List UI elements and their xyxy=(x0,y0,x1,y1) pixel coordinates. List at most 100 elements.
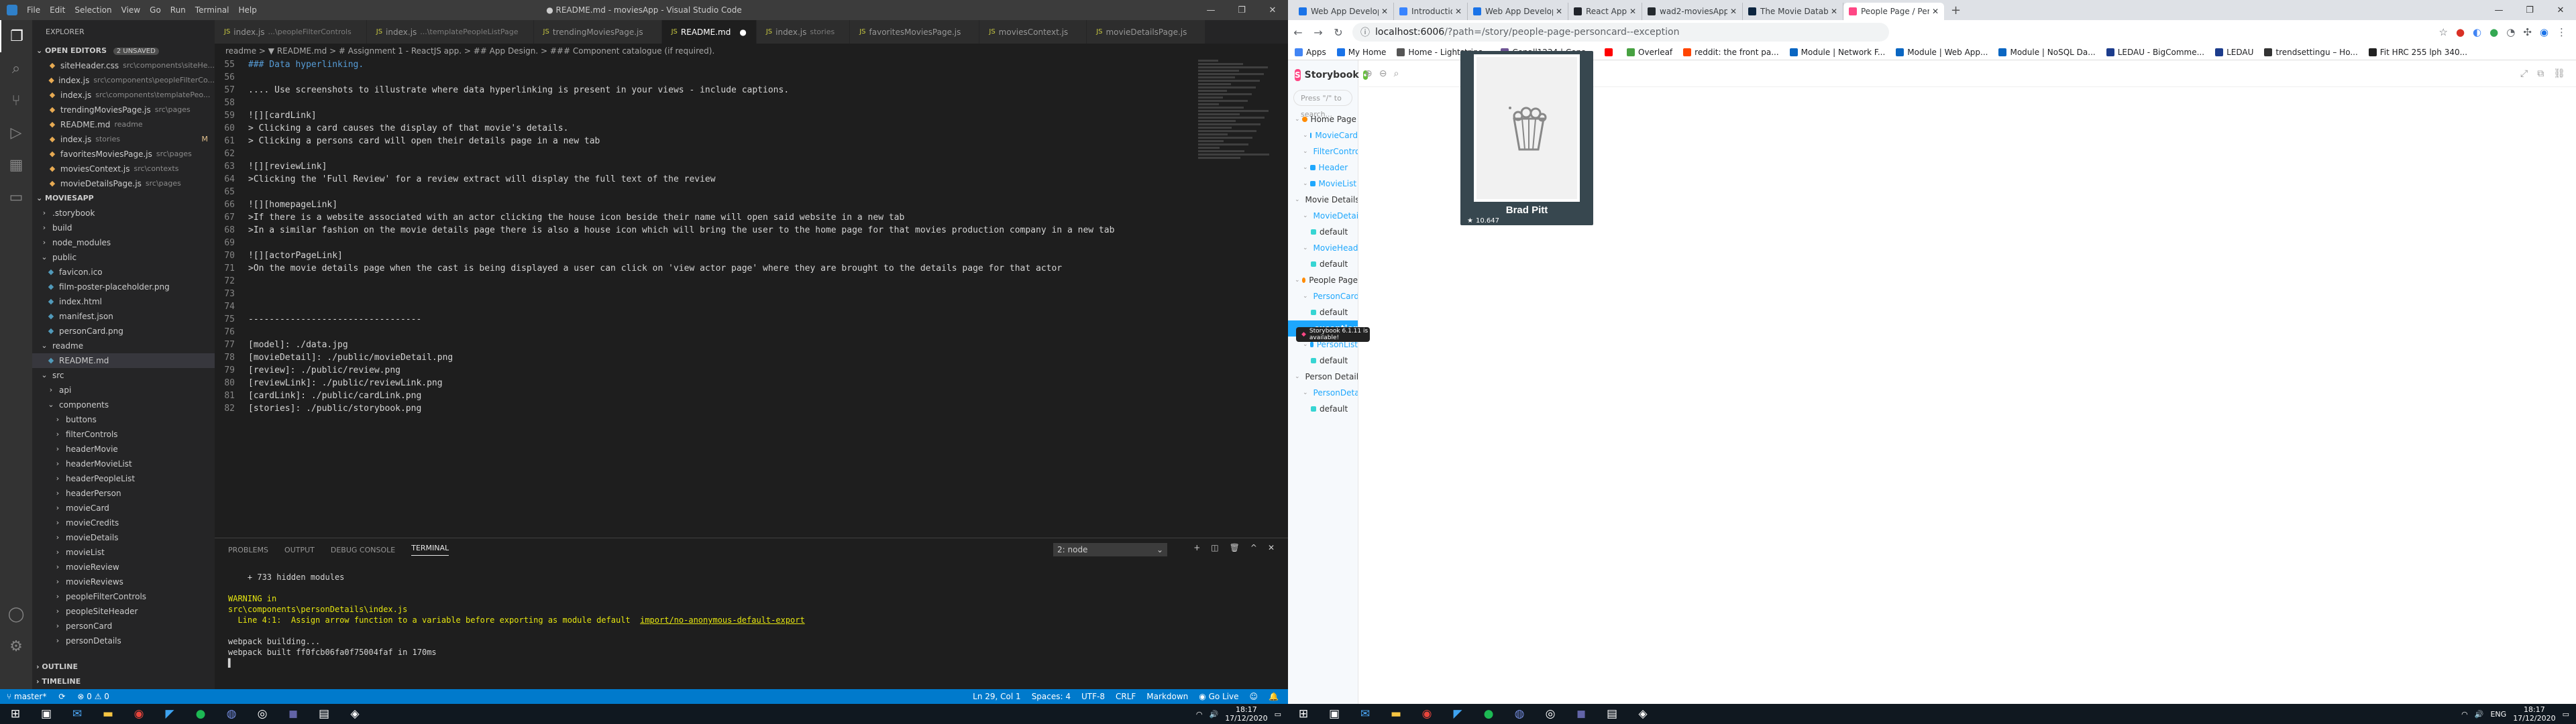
file-tree-item[interactable]: ◆ index.html xyxy=(32,294,215,309)
panel-tab[interactable]: PROBLEMS xyxy=(228,546,268,554)
story-search-input[interactable]: Press "/" to search... xyxy=(1293,90,1352,119)
open-editor-item[interactable]: ◆ movieDetailsPage.js src\pages xyxy=(32,176,215,191)
restore-icon[interactable]: ❐ xyxy=(1226,0,1257,20)
unsaved-dot-icon[interactable]: ● xyxy=(739,27,746,37)
bell-icon[interactable]: 🔔 xyxy=(1269,692,1279,701)
file-tree-item[interactable]: ⌄ src xyxy=(32,368,215,383)
story-tree-comp[interactable]: ⌄ Header xyxy=(1288,160,1358,176)
open-editor-item[interactable]: ◆ favoritesMoviesPage.js src\pages xyxy=(32,147,215,162)
discord-icon[interactable]: ◍ xyxy=(216,704,247,724)
open-editor-item[interactable]: ◆ trendingMoviesPage.js src\pages xyxy=(32,103,215,117)
terminal-select[interactable]: 2: node ⌄ xyxy=(1053,543,1167,556)
file-tree-item[interactable]: ⌄ public xyxy=(32,250,215,265)
file-tree-item[interactable]: › headerPeopleList xyxy=(32,471,215,486)
file-tree-item[interactable]: › personDetails xyxy=(32,634,215,648)
extensions-icon[interactable]: ▦ xyxy=(0,149,32,181)
terminal-output[interactable]: + 733 hidden modules WARNING in src\compo… xyxy=(215,561,1288,668)
open-editor-item[interactable]: ◆ index.js src\components\templatePeo... xyxy=(32,88,215,103)
spotify-icon[interactable]: ● xyxy=(185,704,216,724)
close-panel-icon[interactable]: ✕ xyxy=(1268,543,1275,552)
file-tree-item[interactable]: › peopleFilterControls xyxy=(32,589,215,604)
file-tree-item[interactable]: ◆ personCard.png xyxy=(32,324,215,339)
file-tree-item[interactable]: › .storybook xyxy=(32,206,215,221)
file-tree-item[interactable]: › headerPerson xyxy=(32,486,215,501)
mail-icon[interactable]: ✉ xyxy=(62,704,93,724)
open-editor-item[interactable]: ◆ siteHeader.css src\components\siteHe... xyxy=(32,58,215,73)
story-tree-story[interactable]: default xyxy=(1288,401,1358,417)
file-tree-item[interactable]: ⌄ components xyxy=(32,398,215,412)
notifications-icon[interactable]: ▭ xyxy=(2563,710,2569,719)
language-indicator[interactable]: ENG xyxy=(2490,710,2506,719)
volume-icon[interactable]: 🔊 xyxy=(2475,710,2484,719)
editor-tab[interactable]: JS favoritesMoviesPage.js xyxy=(850,20,980,44)
file-tree-item[interactable]: › movieReview xyxy=(32,560,215,575)
clock[interactable]: 18:17 17/12/2020 xyxy=(2513,705,2555,723)
chrome-icon[interactable]: ◉ xyxy=(123,704,154,724)
volume-icon[interactable]: 🔊 xyxy=(1209,710,1218,719)
branch-indicator[interactable]: ⑂ master* xyxy=(7,692,46,701)
notifications-icon[interactable]: ▭ xyxy=(1275,710,1281,719)
file-tree-item[interactable]: › headerMovieList xyxy=(32,457,215,471)
file-tree-item[interactable]: › build xyxy=(32,221,215,235)
teams-icon[interactable]: ◼ xyxy=(278,704,309,724)
teams-icon[interactable]: ◼ xyxy=(1566,704,1597,724)
sync-icon[interactable]: ⟳ xyxy=(58,692,65,701)
app-icon[interactable]: ◈ xyxy=(339,704,370,724)
feedback-icon[interactable]: ☺ xyxy=(1250,692,1258,701)
file-tree-item[interactable]: › movieCredits xyxy=(32,516,215,530)
menu-item[interactable]: Go xyxy=(150,5,161,15)
gear-icon[interactable]: ⚙ xyxy=(0,630,32,662)
story-tree-comp[interactable]: ⌄ PersonDetails xyxy=(1288,385,1358,401)
vscode-taskbar-icon[interactable]: ◤ xyxy=(154,704,185,724)
file-explorer-icon[interactable]: ▬ xyxy=(1381,704,1411,724)
open-editor-item[interactable]: ◆ index.js stories M xyxy=(32,132,215,147)
open-editor-item[interactable]: ◆ moviesContext.js src\contexts xyxy=(32,162,215,176)
vscode-taskbar-icon[interactable]: ◤ xyxy=(1442,704,1473,724)
task-view-icon[interactable]: ▣ xyxy=(1319,704,1350,724)
menu-item[interactable]: File xyxy=(27,5,40,15)
menu-item[interactable]: View xyxy=(121,5,140,15)
file-tree-item[interactable]: › personCard xyxy=(32,619,215,634)
editor-tab[interactable]: JS index.js stories xyxy=(756,20,851,44)
menu-item[interactable]: Run xyxy=(170,5,186,15)
account-icon[interactable]: ◯ xyxy=(0,598,32,630)
story-tree-story[interactable]: default xyxy=(1288,256,1358,272)
panel-tab[interactable]: OUTPUT xyxy=(284,546,315,554)
back-icon[interactable]: ← xyxy=(1288,26,1308,39)
update-notification[interactable]: ◆ Storybook 6.1.11 is available! xyxy=(1296,327,1370,342)
github-icon[interactable]: ◎ xyxy=(247,704,278,724)
new-terminal-icon[interactable]: + xyxy=(1193,543,1200,552)
editor-tab[interactable]: JS index.js ...\templatePeopleListPage xyxy=(366,20,534,44)
windows-start-icon[interactable]: ⊞ xyxy=(0,704,31,724)
open-editor-item[interactable]: ◆ README.md readme xyxy=(32,117,215,132)
terminal-icon[interactable]: ▤ xyxy=(1597,704,1627,724)
person-card[interactable]: Brad Pitt ★ 10.647 xyxy=(1460,51,1593,225)
file-tree-item[interactable]: › buttons xyxy=(32,412,215,427)
storybook-brand[interactable]: Storybook xyxy=(1305,70,1359,80)
chrome-icon[interactable]: ◉ xyxy=(1411,704,1442,724)
task-view-icon[interactable]: ▣ xyxy=(31,704,62,724)
story-tree-comp[interactable]: ⌄ MovieDetails xyxy=(1288,208,1358,224)
network-icon[interactable]: ◠ xyxy=(1196,710,1203,719)
clock[interactable]: 18:17 17/12/2020 xyxy=(1225,705,1267,723)
story-tree-comp[interactable]: ⌄ MovieHeader xyxy=(1288,240,1358,256)
panel-tab[interactable]: DEBUG CONSOLE xyxy=(331,546,395,554)
story-tree-comp[interactable]: ⌄ MovieList xyxy=(1288,176,1358,192)
file-tree-item[interactable]: › movieList xyxy=(32,545,215,560)
network-icon[interactable]: ◠ xyxy=(2461,710,2468,719)
forward-icon[interactable]: → xyxy=(1308,26,1328,39)
code-editor[interactable]: 55 ### Data hyperlinking. 56 57 .... Use scr… xyxy=(215,58,1194,538)
app-icon[interactable]: ◈ xyxy=(1627,704,1658,724)
encoding[interactable]: UTF-8 xyxy=(1081,692,1105,701)
story-tree-grp[interactable]: ⌄ People Page xyxy=(1288,272,1358,288)
menu-item[interactable]: Terminal xyxy=(195,5,229,15)
discord-icon[interactable]: ◍ xyxy=(1504,704,1535,724)
breadcrumb[interactable]: readme > ▼ README.md > # Assignment 1 - … xyxy=(215,44,1288,58)
editor-tab[interactable]: JS trendingMoviesPage.js xyxy=(533,20,662,44)
menu-item[interactable]: Selection xyxy=(74,5,111,15)
close-icon[interactable]: ✕ xyxy=(1257,0,1288,20)
split-terminal-icon[interactable]: ◫ xyxy=(1211,543,1218,552)
mail-icon[interactable]: ✉ xyxy=(1350,704,1381,724)
file-explorer-icon[interactable]: ▬ xyxy=(93,704,123,724)
outline-section[interactable]: › OUTLINE xyxy=(32,660,215,674)
